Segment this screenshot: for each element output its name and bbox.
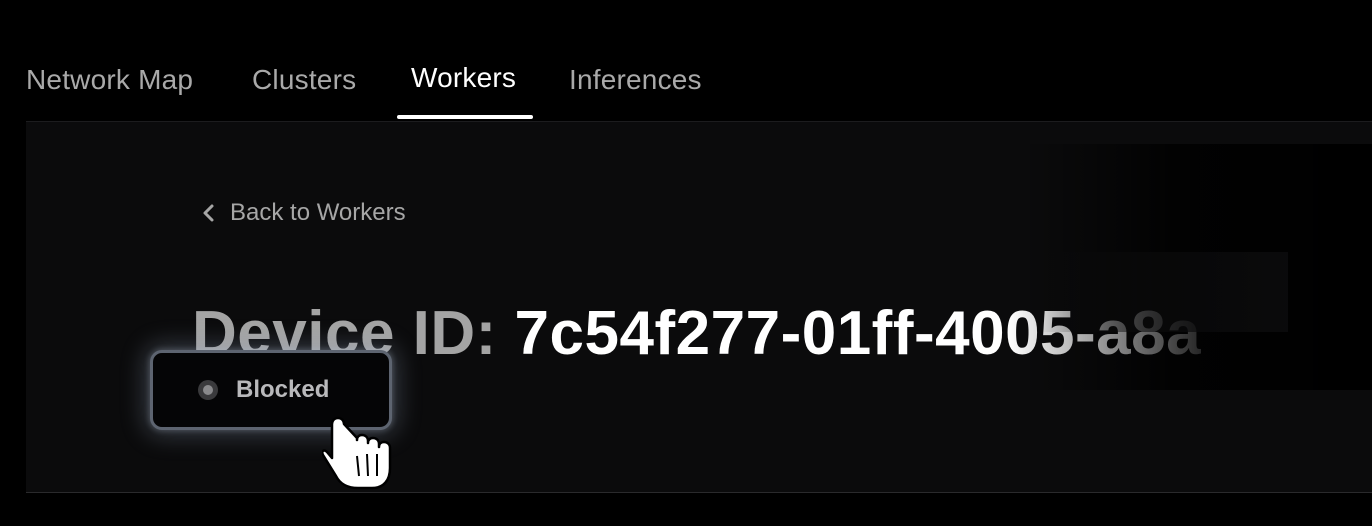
tab-inferences[interactable]: Inferences: [569, 60, 702, 100]
back-link-label: Back to Workers: [230, 199, 406, 226]
tab-network-map[interactable]: Network Map: [26, 60, 193, 100]
back-to-workers-link[interactable]: Back to Workers: [202, 196, 406, 230]
worker-detail-page: Network Map Clusters Workers Inferences …: [0, 0, 1372, 526]
hand-pointer-icon: [321, 414, 402, 494]
tab-workers[interactable]: Workers: [411, 58, 516, 98]
worker-detail-panel: Back to Workers Device ID: 7c54f277-01ff…: [26, 121, 1372, 493]
heading-fade-overlay: [1038, 252, 1288, 332]
main-tabs: Network Map Clusters Workers Inferences: [0, 0, 1372, 122]
chevron-left-icon: [202, 203, 216, 223]
status-label: Blocked: [236, 376, 330, 403]
tab-clusters[interactable]: Clusters: [252, 60, 356, 100]
status-dot-icon: [198, 380, 218, 400]
active-tab-indicator: [397, 115, 533, 119]
